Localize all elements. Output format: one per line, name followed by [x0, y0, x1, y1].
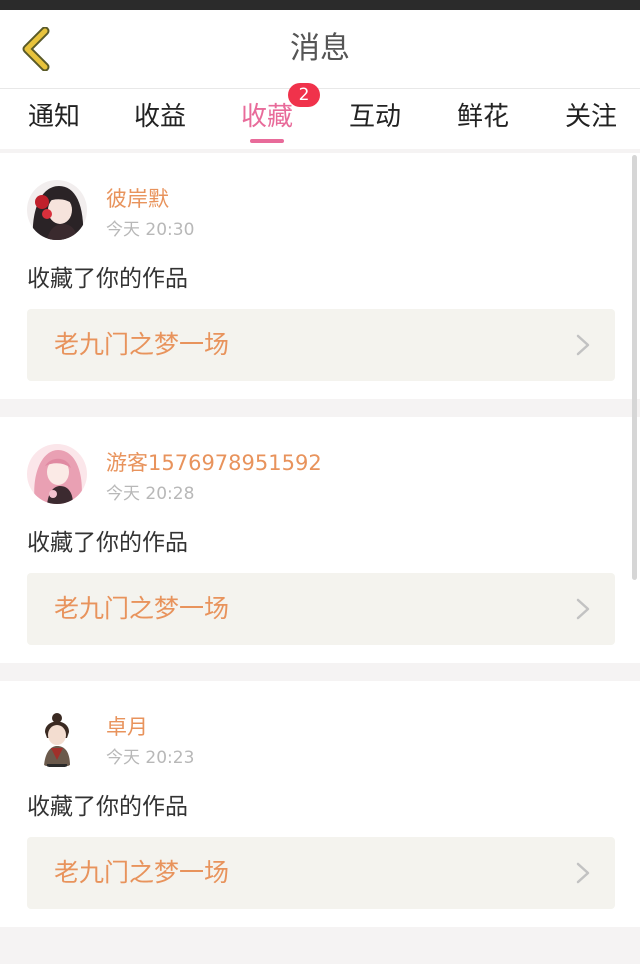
- chevron-right-icon: [576, 862, 590, 884]
- unread-badge: 2: [288, 83, 320, 107]
- chevron-right-icon: [576, 598, 590, 620]
- work-link[interactable]: 老九门之梦一场: [27, 573, 615, 645]
- tab-label: 关注: [564, 102, 617, 132]
- action-text: 收藏了你的作品: [27, 266, 188, 292]
- tab-earnings[interactable]: 收益: [106, 89, 214, 149]
- tab-label: 互动: [348, 102, 401, 132]
- active-tab-indicator: [250, 139, 284, 143]
- status-bar: [0, 0, 640, 10]
- notification-card: 卓月 今天 20:23 收藏了你的作品 老九门之梦一场: [0, 681, 640, 927]
- tab-label: 收益: [133, 102, 186, 132]
- work-title: 老九门之梦一场: [54, 858, 230, 887]
- tab-follows[interactable]: 关注: [537, 89, 640, 149]
- header-bar: 消息: [0, 10, 640, 89]
- work-link[interactable]: 老九门之梦一场: [27, 837, 615, 909]
- username[interactable]: 游客1576978951592: [106, 447, 322, 477]
- user-avatar-image: [27, 708, 87, 768]
- work-title: 老九门之梦一场: [54, 330, 230, 359]
- notification-list: 彼岸默 今天 20:30 收藏了你的作品 老九门之梦一场 游客157697895…: [0, 153, 640, 945]
- tab-label: 收藏: [240, 102, 293, 132]
- avatar[interactable]: [27, 180, 87, 240]
- user-avatar-image: [27, 180, 87, 240]
- work-link[interactable]: 老九门之梦一场: [27, 309, 615, 381]
- action-text: 收藏了你的作品: [27, 794, 188, 820]
- tab-flowers[interactable]: 鲜花: [429, 89, 537, 149]
- tab-favorites[interactable]: 收藏 2: [213, 83, 321, 149]
- notification-card: 彼岸默 今天 20:30 收藏了你的作品 老九门之梦一场: [0, 153, 640, 399]
- work-title: 老九门之梦一场: [54, 594, 230, 623]
- tab-notifications[interactable]: 通知: [0, 89, 108, 149]
- scrollbar[interactable]: [632, 155, 637, 580]
- chevron-right-icon: [576, 334, 590, 356]
- notification-card: 游客1576978951592 今天 20:28 收藏了你的作品 老九门之梦一场: [0, 417, 640, 663]
- username[interactable]: 卓月: [106, 711, 148, 741]
- avatar[interactable]: [27, 444, 87, 504]
- avatar[interactable]: [27, 708, 87, 768]
- timestamp: 今天 20:30: [106, 220, 195, 240]
- action-text: 收藏了你的作品: [27, 530, 188, 556]
- timestamp: 今天 20:23: [106, 748, 195, 768]
- username[interactable]: 彼岸默: [106, 183, 169, 213]
- tab-label: 鲜花: [456, 102, 509, 132]
- user-avatar-image: [27, 444, 87, 504]
- page-title: 消息: [290, 31, 350, 66]
- tab-label: 通知: [27, 102, 80, 132]
- tab-bar: 通知 收益 收藏 2 互动 鲜花 关注: [0, 83, 640, 149]
- timestamp: 今天 20:28: [106, 484, 195, 504]
- tab-interactions[interactable]: 互动: [321, 89, 429, 149]
